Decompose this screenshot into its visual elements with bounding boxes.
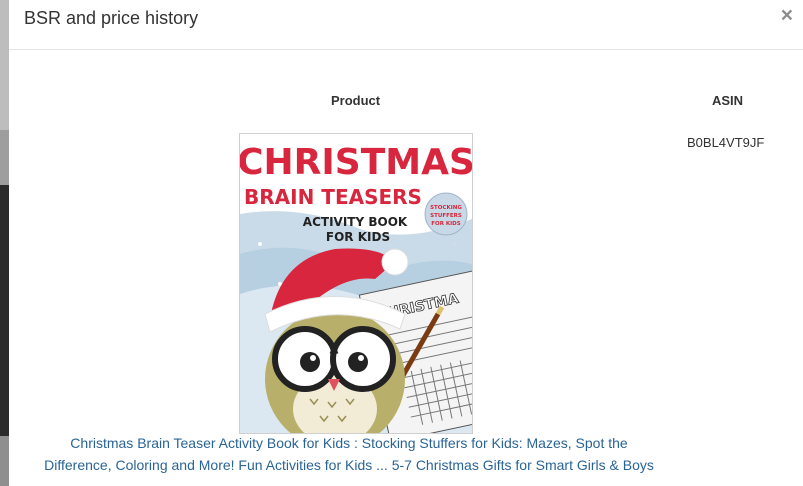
cover-subtitle-line2: FOR KIDS xyxy=(326,230,390,244)
cover-title-line2: BRAIN TEASERS xyxy=(244,185,422,209)
close-button[interactable]: × xyxy=(781,4,793,28)
column-header-asin: ASIN xyxy=(712,93,744,108)
modal-title: BSR and price history xyxy=(24,8,199,28)
asin-value: B0BL4VT9JF xyxy=(687,135,765,150)
column-header-product: Product xyxy=(331,93,381,108)
cover-subtitle-line1: ACTIVITY BOOK xyxy=(303,215,408,229)
cover-title-line1: CHRISTMAS xyxy=(240,142,472,183)
badge-line1: STOCKING xyxy=(430,205,462,211)
bsr-price-history-modal: BSR and price history × Product ASIN B0B… xyxy=(9,0,803,486)
badge-line2: STUFFERS xyxy=(430,213,462,219)
modal-header: BSR and price history × xyxy=(9,0,803,50)
product-cover-image[interactable]: CHRISTMAS BRAIN TEASERS ACTIVITY BOOK FO… xyxy=(239,133,473,434)
badge-line3: FOR KIDS xyxy=(431,221,460,227)
page-backdrop xyxy=(0,0,9,486)
product-title-link[interactable]: Christmas Brain Teaser Activity Book for… xyxy=(39,432,659,476)
